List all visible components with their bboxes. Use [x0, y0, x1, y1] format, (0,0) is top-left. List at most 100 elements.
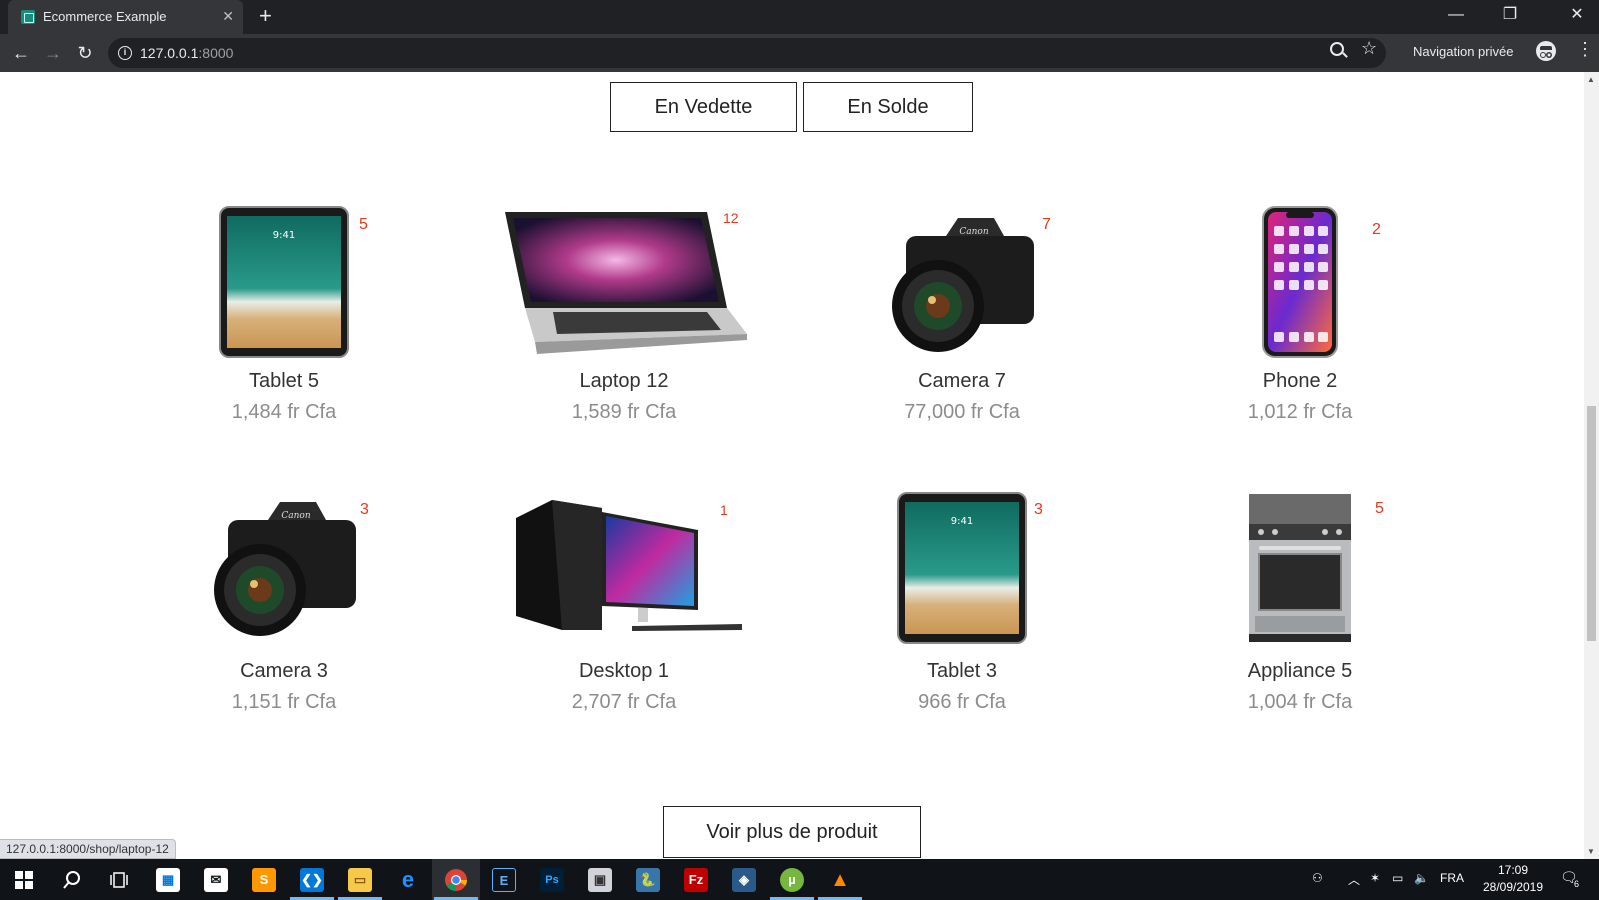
product-card[interactable]: 5 Appliance 5 1,004 fr Cfa [1150, 492, 1450, 722]
windows-taskbar: ▦ ✉ S ❮❯ ▭ e E Ps ▣ 🐍 Fz ◈ µ ▲ ⚇ ︿ ✶ ▭ 🔈… [0, 859, 1599, 900]
app-e-icon[interactable]: E [480, 859, 528, 900]
tablet-image[interactable]: 9:41 [897, 492, 1027, 644]
product-card[interactable]: Canon 7 Camera 7 77,000 fr Cfa [812, 202, 1112, 432]
svg-text:9:41: 9:41 [951, 516, 973, 527]
new-tab-button[interactable]: + [259, 5, 272, 27]
browser-toolbar: ← → ↻ i 127.0.0.1:8000 [0, 34, 1599, 72]
utorrent-icon[interactable]: µ [768, 859, 816, 900]
chrome-icon[interactable] [432, 859, 480, 900]
volume-icon[interactable]: 🔈 [1414, 871, 1429, 885]
featured-filter-button[interactable]: En Vedette [610, 82, 797, 132]
product-card[interactable]: 9:41 5 Tablet 5 1,484 fr Cfa [134, 202, 434, 432]
product-name[interactable]: Tablet 3 [812, 660, 1112, 683]
camera-image[interactable]: Canon [208, 498, 360, 638]
incognito-icon[interactable] [1536, 41, 1556, 61]
tray-chevron-icon[interactable]: ︿ [1348, 871, 1360, 888]
forward-arrow-icon[interactable]: → [40, 40, 66, 66]
windows-start-icon[interactable] [0, 859, 48, 900]
stock-badge: 3 [360, 501, 369, 518]
scrollbar-thumb[interactable] [1587, 406, 1596, 641]
laptop-image[interactable] [501, 210, 747, 356]
product-name[interactable]: Appliance 5 [1150, 660, 1450, 683]
bookmark-star-icon[interactable]: ☆ [1361, 38, 1377, 59]
product-card[interactable]: 1 Desktop 1 2,707 fr Cfa [474, 492, 774, 722]
battery-icon[interactable]: ▭ [1392, 871, 1403, 885]
restore-button[interactable]: ❐ [1488, 4, 1532, 26]
browser-menu-icon[interactable]: ⋮ [1576, 40, 1594, 58]
desktop-image[interactable] [506, 498, 742, 634]
phone-image[interactable] [1262, 206, 1338, 358]
product-name[interactable]: Laptop 12 [474, 370, 774, 393]
stock-badge: 5 [1375, 500, 1384, 517]
search-icon[interactable] [48, 859, 96, 900]
vlc-icon[interactable]: ▲ [816, 859, 864, 900]
tab-title: Ecommerce Example [43, 9, 167, 24]
mail-icon[interactable]: ✉ [192, 859, 240, 900]
show-more-products-button[interactable]: Voir plus de produit [663, 806, 921, 858]
product-price: 1,012 fr Cfa [1247, 401, 1353, 423]
site-info-icon[interactable]: i [118, 46, 132, 60]
favicon-icon [21, 10, 35, 24]
product-card[interactable]: 9:41 3 Tablet 3 966 fr Cfa [812, 492, 1112, 722]
svg-text:Canon: Canon [959, 227, 988, 237]
product-price: 1,589 fr Cfa [571, 401, 677, 423]
notification-count: 6 [1574, 879, 1580, 889]
stock-badge: 2 [1372, 221, 1381, 238]
svg-text:Canon: Canon [281, 511, 310, 521]
network-icon[interactable]: ✶ [1370, 871, 1380, 885]
minimize-button[interactable]: — [1434, 4, 1478, 26]
stock-badge: 12 [723, 210, 739, 226]
stock-badge: 1 [720, 502, 728, 518]
browser-titlebar: Ecommerce Example ✕ + — ❐ ✕ [0, 0, 1599, 34]
clock-date: 28/09/2019 [1482, 880, 1544, 894]
stock-badge: 5 [359, 216, 368, 233]
clock[interactable]: 17:09 28/09/2019 [1480, 862, 1546, 896]
product-card[interactable]: Canon 3 Camera 3 1,151 fr Cfa [134, 492, 434, 722]
photos-icon[interactable]: ▣ [576, 859, 624, 900]
address-bar[interactable]: i 127.0.0.1:8000 [108, 38, 1386, 68]
sale-filter-button[interactable]: En Solde [803, 82, 973, 132]
svg-text:9:41: 9:41 [273, 230, 295, 241]
stove-image[interactable] [1247, 492, 1353, 644]
mysql-workbench-icon[interactable]: ◈ [720, 859, 768, 900]
sublime-text-icon[interactable]: S [240, 859, 288, 900]
incognito-label: Navigation privée [1413, 44, 1514, 59]
python-icon[interactable]: 🐍 [624, 859, 672, 900]
camera-image[interactable]: Canon [886, 214, 1038, 354]
product-price: 1,484 fr Cfa [231, 401, 337, 423]
product-price: 1,151 fr Cfa [231, 691, 337, 713]
product-name[interactable]: Camera 7 [812, 370, 1112, 393]
scroll-down-arrow-icon[interactable]: ▼ [1587, 847, 1595, 856]
vscode-icon[interactable]: ❮❯ [288, 859, 336, 900]
product-name[interactable]: Desktop 1 [474, 660, 774, 683]
product-name[interactable]: Camera 3 [134, 660, 434, 683]
back-arrow-icon[interactable]: ← [8, 40, 34, 66]
close-tab-icon[interactable]: ✕ [222, 8, 234, 24]
people-icon[interactable]: ⚇ [1312, 871, 1323, 885]
product-card[interactable]: 2 Phone 2 1,012 fr Cfa [1150, 202, 1450, 432]
store-icon[interactable]: ▦ [144, 859, 192, 900]
page-content: En Vedette En Solde 9:41 5 Tablet 5 1,48… [0, 72, 1584, 859]
browser-tab[interactable]: Ecommerce Example ✕ [8, 0, 243, 34]
product-price: 966 fr Cfa [918, 691, 1006, 713]
product-name[interactable]: Phone 2 [1150, 370, 1450, 393]
edge-icon[interactable]: e [384, 859, 432, 900]
task-view-icon[interactable] [96, 859, 144, 900]
stock-badge: 3 [1034, 501, 1043, 518]
product-card[interactable]: 12 Laptop 12 1,589 fr Cfa [474, 202, 774, 432]
product-price: 2,707 fr Cfa [571, 691, 677, 713]
product-name[interactable]: Tablet 5 [134, 370, 434, 393]
zoom-icon[interactable] [1330, 42, 1344, 56]
clock-time: 17:09 [1497, 863, 1529, 877]
tablet-image[interactable]: 9:41 [219, 206, 349, 358]
filezilla-icon[interactable]: Fz [672, 859, 720, 900]
close-window-button[interactable]: ✕ [1555, 4, 1599, 26]
scroll-up-arrow-icon[interactable]: ▲ [1587, 75, 1595, 84]
language-indicator[interactable]: FRA [1440, 871, 1464, 885]
reload-icon[interactable]: ↻ [72, 40, 98, 66]
url-text[interactable]: 127.0.0.1:8000 [140, 45, 233, 61]
photoshop-icon[interactable]: Ps [528, 859, 576, 900]
page-scrollbar[interactable]: ▲ ▼ [1584, 72, 1599, 859]
file-explorer-icon[interactable]: ▭ [336, 859, 384, 900]
link-status-url: 127.0.0.1:8000/shop/laptop-12 [0, 839, 176, 859]
